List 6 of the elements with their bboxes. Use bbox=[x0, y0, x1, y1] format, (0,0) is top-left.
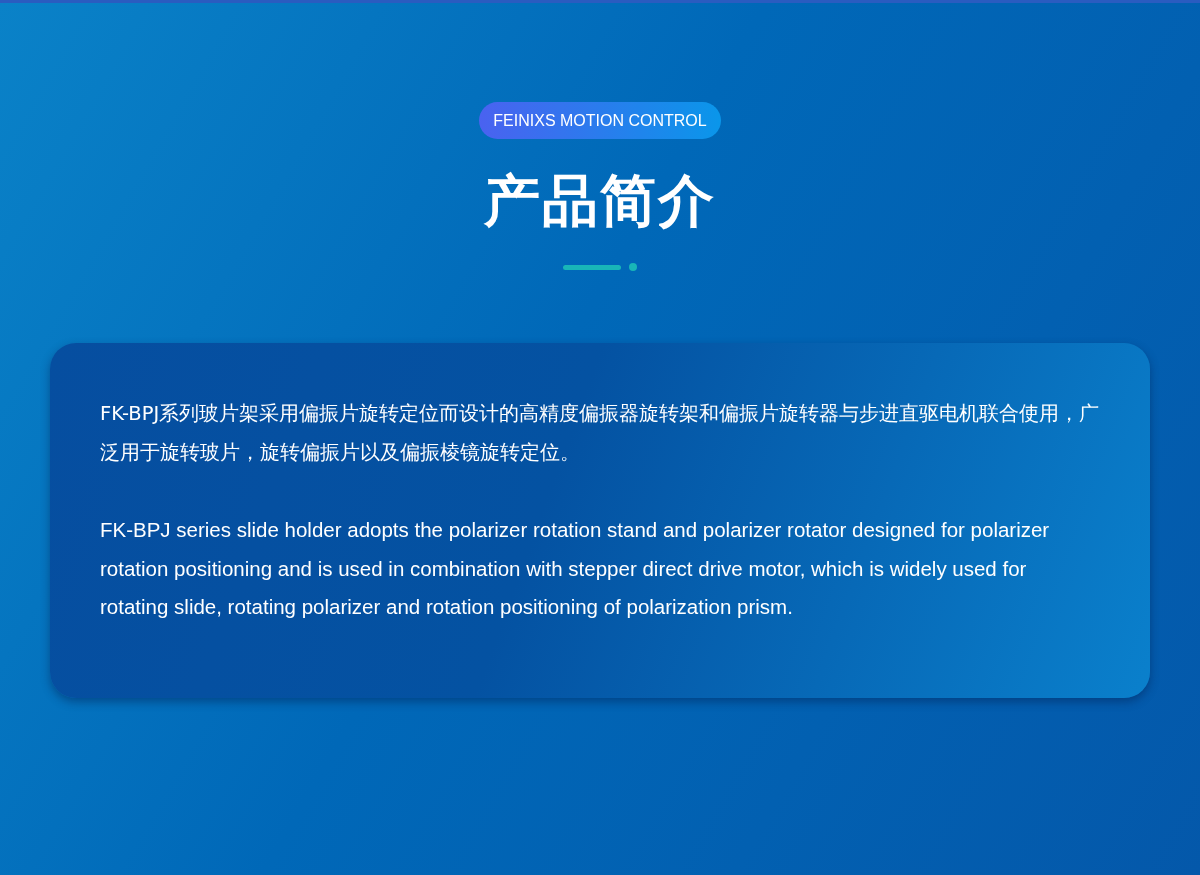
divider-dot bbox=[629, 263, 637, 271]
section-title: 产品简介 bbox=[484, 167, 716, 235]
divider-bar bbox=[563, 264, 621, 270]
description-paragraph: FK-BPJ series slide holder adopts the polarizer rotation stand and polarizer rotator designed for polarizer rotation positioning and is used in combination with stepper direct drive motor, which is widely used for rotating slide, rotating polarizer and rotation positioning of polarization prism. bbox=[100, 517, 1051, 620]
brand-badge: FEINIXS MOTION CONTROL bbox=[479, 102, 721, 139]
description-paragraph: FK-BPJ系列玻片架采用偏振片旋转定位而设计的高精度偏振器旋转架和偏振片旋转器与步进直驱电机联合使用，广泛用于旋转玻片，旋转偏振片以及偏振棱镜旋转定位。 bbox=[100, 401, 1100, 466]
